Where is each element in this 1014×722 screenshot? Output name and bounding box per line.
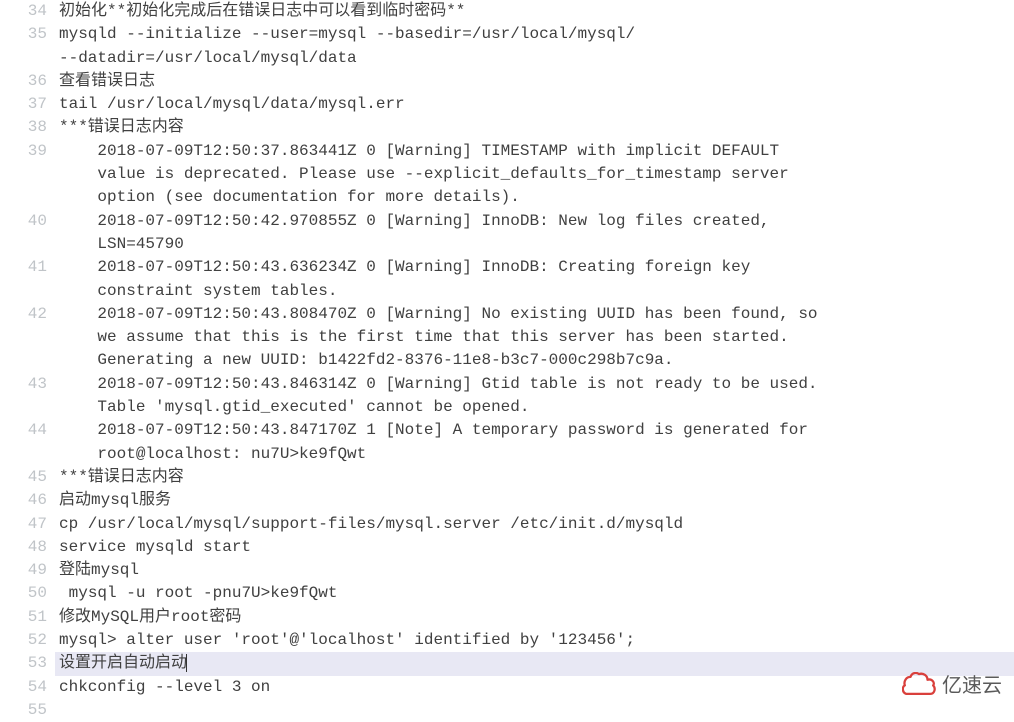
code-line[interactable]: tail /usr/local/mysql/data/mysql.err <box>55 93 1014 116</box>
code-line[interactable]: option (see documentation for more detai… <box>55 186 1014 209</box>
line-number: 52 <box>0 629 47 652</box>
code-line[interactable]: ***错误日志内容 <box>55 466 1014 489</box>
code-line[interactable]: Table 'mysql.gtid_executed' cannot be op… <box>55 396 1014 419</box>
code-line[interactable]: LSN=45790 <box>55 233 1014 256</box>
line-number: 34 <box>0 0 47 23</box>
code-line[interactable]: 初始化**初始化完成后在错误日志中可以看到临时密码** <box>55 0 1014 23</box>
code-line[interactable]: value is deprecated. Please use --explic… <box>55 163 1014 186</box>
line-number: 36 <box>0 70 47 93</box>
line-number: 46 <box>0 489 47 512</box>
code-line[interactable]: 2018-07-09T12:50:43.846314Z 0 [Warning] … <box>55 373 1014 396</box>
line-number-continuation <box>0 280 47 303</box>
code-line[interactable]: root@localhost: nu7U>ke9fQwt <box>55 443 1014 466</box>
line-number-continuation <box>0 443 47 466</box>
code-line[interactable]: ***错误日志内容 <box>55 116 1014 139</box>
line-number: 37 <box>0 93 47 116</box>
code-line[interactable]: 2018-07-09T12:50:43.808470Z 0 [Warning] … <box>55 303 1014 326</box>
line-number: 53 <box>0 652 47 675</box>
line-number: 35 <box>0 23 47 46</box>
line-number: 45 <box>0 466 47 489</box>
line-number-continuation <box>0 326 47 349</box>
code-line[interactable]: mysql -u root -pnu7U>ke9fQwt <box>55 582 1014 605</box>
code-line[interactable]: 2018-07-09T12:50:37.863441Z 0 [Warning] … <box>55 140 1014 163</box>
line-number: 50 <box>0 582 47 605</box>
line-number: 40 <box>0 210 47 233</box>
code-line[interactable] <box>55 699 1014 722</box>
line-number: 43 <box>0 373 47 396</box>
code-line[interactable]: 查看错误日志 <box>55 70 1014 93</box>
line-number-continuation <box>0 186 47 209</box>
line-number-continuation <box>0 163 47 186</box>
line-number: 39 <box>0 140 47 163</box>
line-number-gutter: 3435 36373839 40 41 42 43 44 454647484950515253… <box>0 0 55 712</box>
line-number: 54 <box>0 676 47 699</box>
line-number-continuation <box>0 233 47 256</box>
code-line[interactable]: cp /usr/local/mysql/support-files/mysql.… <box>55 513 1014 536</box>
line-number: 44 <box>0 419 47 442</box>
code-line[interactable]: chkconfig --level 3 on <box>55 676 1014 699</box>
code-line[interactable]: 登陆mysql <box>55 559 1014 582</box>
line-number: 49 <box>0 559 47 582</box>
watermark: 亿速云 <box>902 672 1002 702</box>
code-editor: 3435 36373839 40 41 42 43 44 454647484950515253… <box>0 0 1014 712</box>
code-line[interactable]: we assume that this is the first time th… <box>55 326 1014 349</box>
text-cursor <box>186 654 187 672</box>
code-line[interactable]: constraint system tables. <box>55 280 1014 303</box>
code-line[interactable]: 启动mysql服务 <box>55 489 1014 512</box>
code-line[interactable]: 2018-07-09T12:50:43.636234Z 0 [Warning] … <box>55 256 1014 279</box>
code-line[interactable]: mysqld --initialize --user=mysql --based… <box>55 23 1014 46</box>
line-number: 51 <box>0 606 47 629</box>
cloud-icon <box>902 672 936 702</box>
watermark-text: 亿速云 <box>942 675 1002 698</box>
line-number: 38 <box>0 116 47 139</box>
line-number-continuation <box>0 349 47 372</box>
code-line[interactable]: 修改MySQL用户root密码 <box>55 606 1014 629</box>
line-number: 41 <box>0 256 47 279</box>
code-line[interactable]: 设置开启自动启动 <box>55 652 1014 675</box>
line-number-continuation <box>0 396 47 419</box>
line-number: 47 <box>0 513 47 536</box>
line-number: 48 <box>0 536 47 559</box>
line-number: 42 <box>0 303 47 326</box>
code-line[interactable]: 2018-07-09T12:50:43.847170Z 1 [Note] A t… <box>55 419 1014 442</box>
code-content[interactable]: 初始化**初始化完成后在错误日志中可以看到临时密码**mysqld --init… <box>55 0 1014 712</box>
line-number-continuation <box>0 47 47 70</box>
code-line[interactable]: mysql> alter user 'root'@'localhost' ide… <box>55 629 1014 652</box>
code-line[interactable]: service mysqld start <box>55 536 1014 559</box>
code-line[interactable]: --datadir=/usr/local/mysql/data <box>55 47 1014 70</box>
code-line[interactable]: 2018-07-09T12:50:42.970855Z 0 [Warning] … <box>55 210 1014 233</box>
code-line[interactable]: Generating a new UUID: b1422fd2-8376-11e… <box>55 349 1014 372</box>
line-number: 55 <box>0 699 47 722</box>
